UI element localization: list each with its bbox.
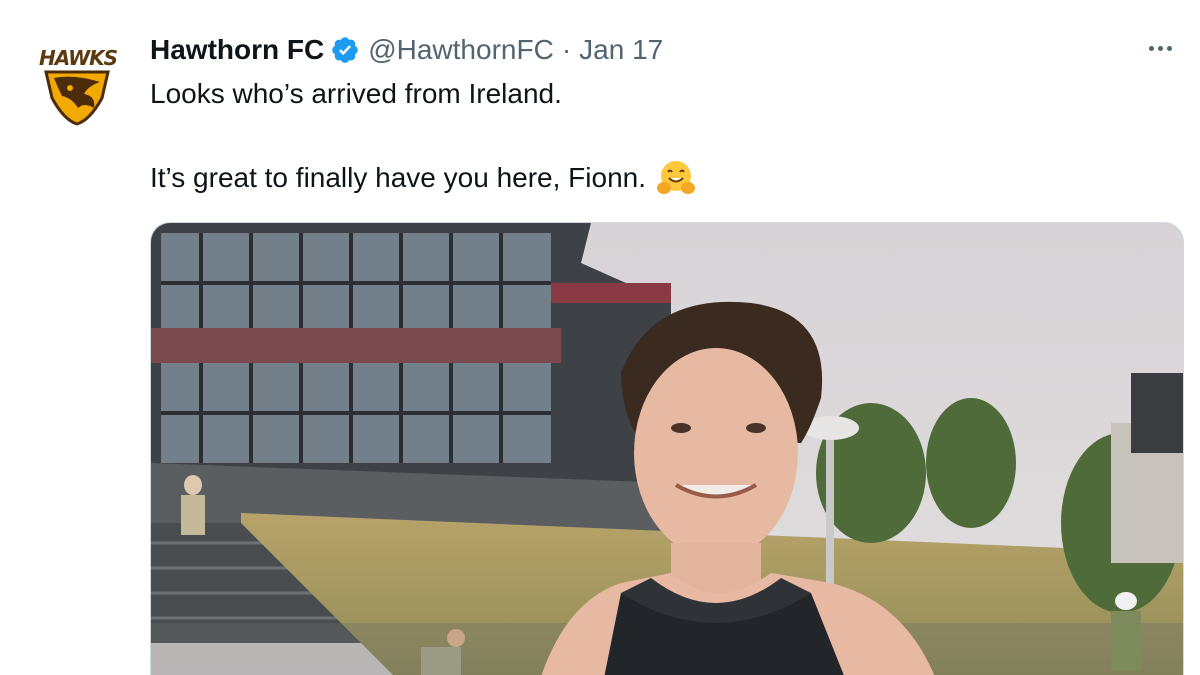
display-name[interactable]: Hawthorn FC <box>150 34 324 66</box>
avatar[interactable]: HAWKS <box>32 36 122 126</box>
tweet-date[interactable]: Jan 17 <box>579 34 663 66</box>
tweet-card[interactable]: HAWKS Hawthorn FC @HawthornFC · Jan 17 L… <box>0 0 1200 675</box>
avatar-wordmark: HAWKS <box>38 46 118 70</box>
video-frame-image <box>151 223 1183 675</box>
more-options-icon[interactable] <box>1140 36 1180 60</box>
separator-dot: · <box>561 34 572 65</box>
hawk-logo-icon <box>44 70 110 126</box>
tweet-text-line-1: Looks who’s arrived from Ireland. <box>150 78 562 109</box>
verified-badge-icon <box>330 35 360 65</box>
tweet-header: Hawthorn FC @HawthornFC · Jan 17 <box>150 30 663 70</box>
hugging-face-emoji-icon <box>656 158 696 198</box>
handle[interactable]: @HawthornFC <box>368 34 554 66</box>
tweet-text-line-2: It’s great to finally have you here, Fio… <box>150 162 646 193</box>
tweet-media-video[interactable] <box>150 222 1184 675</box>
tweet-text-line-2-row: It’s great to finally have you here, Fio… <box>150 158 696 198</box>
